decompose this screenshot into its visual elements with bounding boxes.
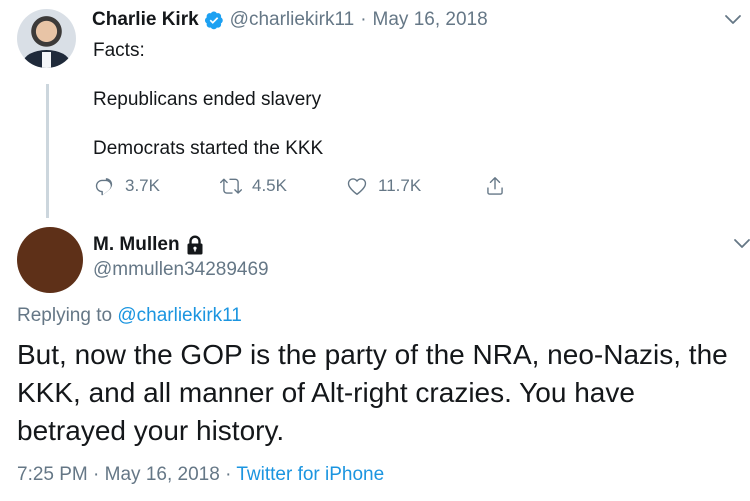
share-button[interactable] — [484, 175, 506, 197]
tweet-meta: 7:25 PM · May 16, 2018 · Twitter for iPh… — [17, 464, 384, 486]
verified-badge-icon — [204, 11, 223, 30]
tweet-time[interactable]: 7:25 PM — [17, 464, 88, 485]
tweet-actions: 3.7K 4.5K 11.7K — [93, 175, 506, 197]
tweet-source-link[interactable]: Twitter for iPhone — [236, 464, 384, 485]
author-name[interactable]: Charlie Kirk — [92, 9, 199, 31]
author-name[interactable]: M. Mullen — [93, 234, 180, 256]
separator-dot: · — [225, 464, 232, 485]
replying-to: Replying to @charliekirk11 — [17, 305, 242, 327]
like-button[interactable]: 11.7K — [346, 175, 484, 197]
avatar[interactable] — [17, 227, 83, 293]
retweet-icon — [220, 178, 242, 194]
reply-text: But, now the GOP is the party of the NRA… — [17, 339, 728, 446]
author-handle[interactable]: @charliekirk11 — [230, 9, 355, 31]
reply-icon — [95, 178, 113, 196]
avatar-collar — [42, 52, 51, 68]
tweet-line: Facts: — [93, 40, 145, 61]
chevron-down-icon[interactable] — [724, 12, 742, 26]
avatar[interactable] — [17, 9, 76, 68]
tweet-line: Republicans ended slavery — [93, 89, 322, 110]
separator-dot: · — [93, 464, 100, 485]
thread-connector-line — [46, 84, 49, 218]
like-count: 11.7K — [378, 176, 422, 195]
replying-label: Replying to — [17, 305, 113, 326]
replying-to-handle-link[interactable]: @charliekirk11 — [117, 305, 242, 326]
tweet-date[interactable]: May 16, 2018 — [105, 464, 220, 485]
tweet-header: Charlie Kirk @charliekirk11 · May 16, 20… — [92, 9, 488, 31]
retweet-button[interactable]: 4.5K — [220, 175, 346, 197]
tweet-text: Facts: Republicans ended slavery Democra… — [93, 38, 693, 161]
author-handle[interactable]: @mmullen34289469 — [93, 259, 269, 281]
chevron-down-icon[interactable] — [733, 236, 750, 250]
tweet-date[interactable]: May 16, 2018 — [373, 9, 488, 31]
separator-dot: · — [360, 9, 367, 30]
reply-button[interactable]: 3.7K — [93, 175, 220, 197]
retweet-count: 4.5K — [252, 176, 287, 195]
lock-icon — [187, 235, 203, 255]
heart-icon — [347, 178, 367, 195]
share-icon — [487, 177, 503, 195]
reply-count: 3.7K — [125, 176, 160, 195]
tweet-line: Democrats started the KKK — [93, 138, 324, 159]
reply-header: M. Mullen — [93, 234, 204, 256]
